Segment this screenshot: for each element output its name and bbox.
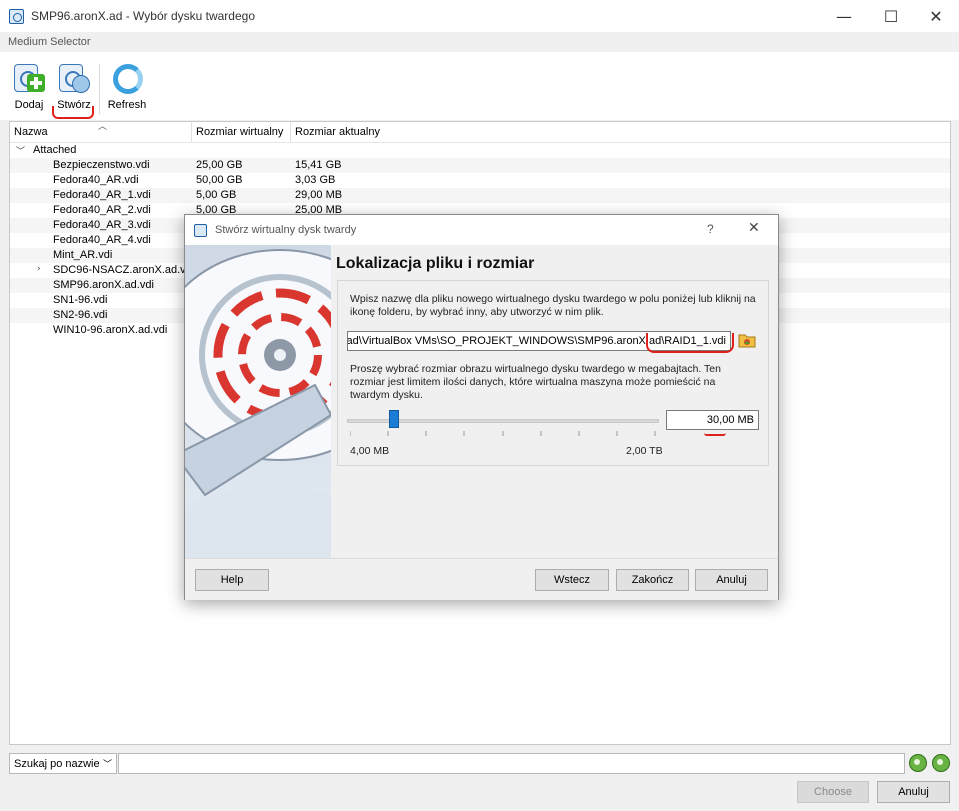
row-name: SMP96.aronX.ad.vdi xyxy=(53,279,154,291)
add-button[interactable]: Dodaj xyxy=(11,62,47,114)
help-icon[interactable]: ? xyxy=(707,222,714,236)
group-label: Attached xyxy=(33,144,77,156)
tree-header: ︿ Nazwa Rozmiar wirtualny Rozmiar aktual… xyxy=(10,121,950,143)
find-next-icon[interactable] xyxy=(932,754,950,772)
column-header-actual-size[interactable]: Rozmiar aktualny xyxy=(295,126,380,138)
table-row[interactable]: Fedora40_AR_1.vdi 5,00 GB 29,00 MB xyxy=(10,188,950,203)
cancel-button[interactable]: Anuluj xyxy=(877,781,950,803)
row-actual-size: 15,41 GB xyxy=(295,159,342,171)
row-name: SDC96-NSACZ.aronX.ad.vdi xyxy=(53,264,195,276)
annotation-underline-filename xyxy=(646,333,734,353)
find-previous-icon[interactable] xyxy=(909,754,927,772)
back-button[interactable]: Wstecz xyxy=(535,569,609,591)
row-name: Fedora40_AR.vdi xyxy=(53,174,139,186)
size-description: Proszę wybrać rozmiar obrazu wirtualnego… xyxy=(350,363,721,401)
row-name: Fedora40_AR_2.vdi xyxy=(53,204,151,216)
slider-min-label: 4,00 MB xyxy=(350,445,390,457)
minimize-button[interactable]: — xyxy=(821,0,867,32)
window-titlebar: SMP96.aronX.ad - Wybór dysku twardego — … xyxy=(0,0,959,32)
dialog-cancel-button[interactable]: Anuluj xyxy=(695,569,768,591)
row-name: WIN10-96.aronX.ad.vdi xyxy=(53,324,168,336)
toolbar: Dodaj Stwórz Refresh xyxy=(0,52,959,120)
column-header-name[interactable]: Nazwa xyxy=(14,126,48,138)
row-name: Mint_AR.vdi xyxy=(53,249,113,261)
dialog-footer: Help Wstecz Zakończ Anuluj xyxy=(185,558,778,600)
sort-ascending-icon: ︿ xyxy=(98,121,108,131)
location-description: Wpisz nazwę dla pliku nowego wirtualnego… xyxy=(350,293,756,318)
table-row[interactable]: Bezpieczenstwo.vdi 25,00 GB 15,41 GB xyxy=(10,158,950,173)
row-virtual-size: 5,00 GB xyxy=(196,189,237,201)
dialog-titlebar: Stwórz wirtualny dysk twardy ? ✕ xyxy=(185,215,778,245)
slider-ticks xyxy=(350,431,656,436)
slider-max-label: 2,00 TB xyxy=(626,445,663,457)
dialog-title: Stwórz wirtualny dysk twardy xyxy=(215,224,357,236)
size-slider-handle[interactable] xyxy=(388,410,399,428)
row-name: Fedora40_AR_1.vdi xyxy=(53,189,151,201)
window-subtitle: Medium Selector xyxy=(8,36,91,48)
row-virtual-size: 50,00 GB xyxy=(196,174,243,186)
column-divider[interactable] xyxy=(290,122,291,142)
close-button[interactable]: ✕ xyxy=(913,0,959,32)
help-button[interactable]: Help xyxy=(195,569,269,591)
refresh-button-label: Refresh xyxy=(107,99,147,111)
chevron-right-icon[interactable]: › xyxy=(37,264,41,274)
finish-button[interactable]: Zakończ xyxy=(616,569,689,591)
column-divider[interactable] xyxy=(191,122,192,142)
dialog-body: Lokalizacja pliku i rozmiar Wpisz nazwę … xyxy=(185,245,778,558)
row-name: Bezpieczenstwo.vdi xyxy=(53,159,150,171)
size-value: 30,00 MB xyxy=(706,414,754,426)
tree-group-attached[interactable]: ﹀ Attached xyxy=(10,143,950,158)
row-name: Fedora40_AR_4.vdi xyxy=(53,234,151,246)
dialog-close-button[interactable]: ✕ xyxy=(748,220,760,236)
chevron-down-icon[interactable]: ﹀ xyxy=(16,144,25,157)
row-virtual-size: 25,00 GB xyxy=(196,159,243,171)
refresh-button[interactable]: Refresh xyxy=(108,62,146,114)
row-name: SN2-96.vdi xyxy=(53,309,108,321)
row-name: SN1-96.vdi xyxy=(53,294,108,306)
refresh-icon xyxy=(111,62,143,94)
create-disk-dialog: Stwórz wirtualny dysk twardy ? ✕ Lokaliz… xyxy=(184,214,779,600)
row-name: Fedora40_AR_3.vdi xyxy=(53,219,151,231)
page-title: Lokalizacja pliku i rozmiar xyxy=(336,255,535,272)
choose-button[interactable]: Choose xyxy=(797,781,869,803)
annotation-underline-size xyxy=(704,433,726,436)
toolbar-separator xyxy=(99,64,100,114)
column-header-virtual-size[interactable]: Rozmiar wirtualny xyxy=(196,126,283,138)
search-mode-select[interactable]: Szukaj po nazwie ﹀ xyxy=(9,753,117,774)
chevron-down-icon: ﹀ xyxy=(102,760,112,770)
row-actual-size: 3,03 GB xyxy=(295,174,336,186)
add-disk-icon xyxy=(13,62,45,94)
maximize-button[interactable]: ☐ xyxy=(868,0,914,32)
search-mode-value: Szukaj po nazwie xyxy=(14,758,100,770)
virtualbox-app-icon xyxy=(194,224,207,237)
table-row[interactable]: Fedora40_AR.vdi 50,00 GB 3,03 GB xyxy=(10,173,950,188)
size-input[interactable]: 30,00 MB xyxy=(666,410,759,430)
create-disk-icon xyxy=(58,62,90,94)
virtualbox-app-icon xyxy=(9,9,24,24)
search-input[interactable] xyxy=(118,753,905,774)
annotation-underline-create xyxy=(52,106,94,119)
window-title: SMP96.aronX.ad - Wybór dysku twardego xyxy=(31,9,255,23)
location-size-group: Wpisz nazwę dla pliku nowego wirtualnego… xyxy=(337,280,769,466)
hard-disk-illustration xyxy=(185,245,331,558)
row-actual-size: 29,00 MB xyxy=(295,189,343,201)
folder-icon[interactable] xyxy=(738,332,756,348)
